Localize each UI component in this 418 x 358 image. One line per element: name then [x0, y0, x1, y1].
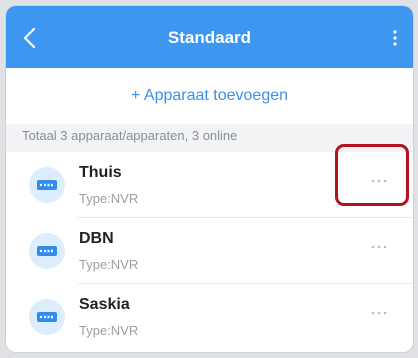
- device-more-button[interactable]: [367, 302, 391, 324]
- device-type: Type:NVR: [79, 191, 139, 206]
- more-menu-button[interactable]: [387, 26, 403, 50]
- device-item[interactable]: Saskia Type:NVR: [6, 284, 413, 350]
- device-type: Type:NVR: [79, 257, 139, 272]
- horizontal-dots-icon: [371, 245, 387, 249]
- nvr-recorder-icon: [29, 167, 65, 203]
- nvr-recorder-icon: [29, 233, 65, 269]
- page-title: Standaard: [167, 28, 252, 47]
- device-count-summary: Totaal 3 apparaat/apparaten, 3 online: [22, 128, 238, 143]
- horizontal-dots-icon: [371, 311, 387, 315]
- device-name: Thuis: [79, 164, 122, 181]
- device-item[interactable]: DBN Type:NVR: [6, 218, 413, 284]
- device-more-button[interactable]: [367, 236, 391, 258]
- add-device-button[interactable]: + Apparaat toevoegen: [6, 68, 413, 124]
- top-bar: Standaard: [6, 6, 413, 68]
- highlight-annotation-box: [335, 144, 409, 206]
- device-name: Saskia: [79, 296, 130, 313]
- vertical-dots-icon: [393, 30, 397, 46]
- device-type: Type:NVR: [79, 323, 139, 338]
- device-name: DBN: [79, 230, 114, 247]
- nvr-recorder-icon: [29, 299, 65, 335]
